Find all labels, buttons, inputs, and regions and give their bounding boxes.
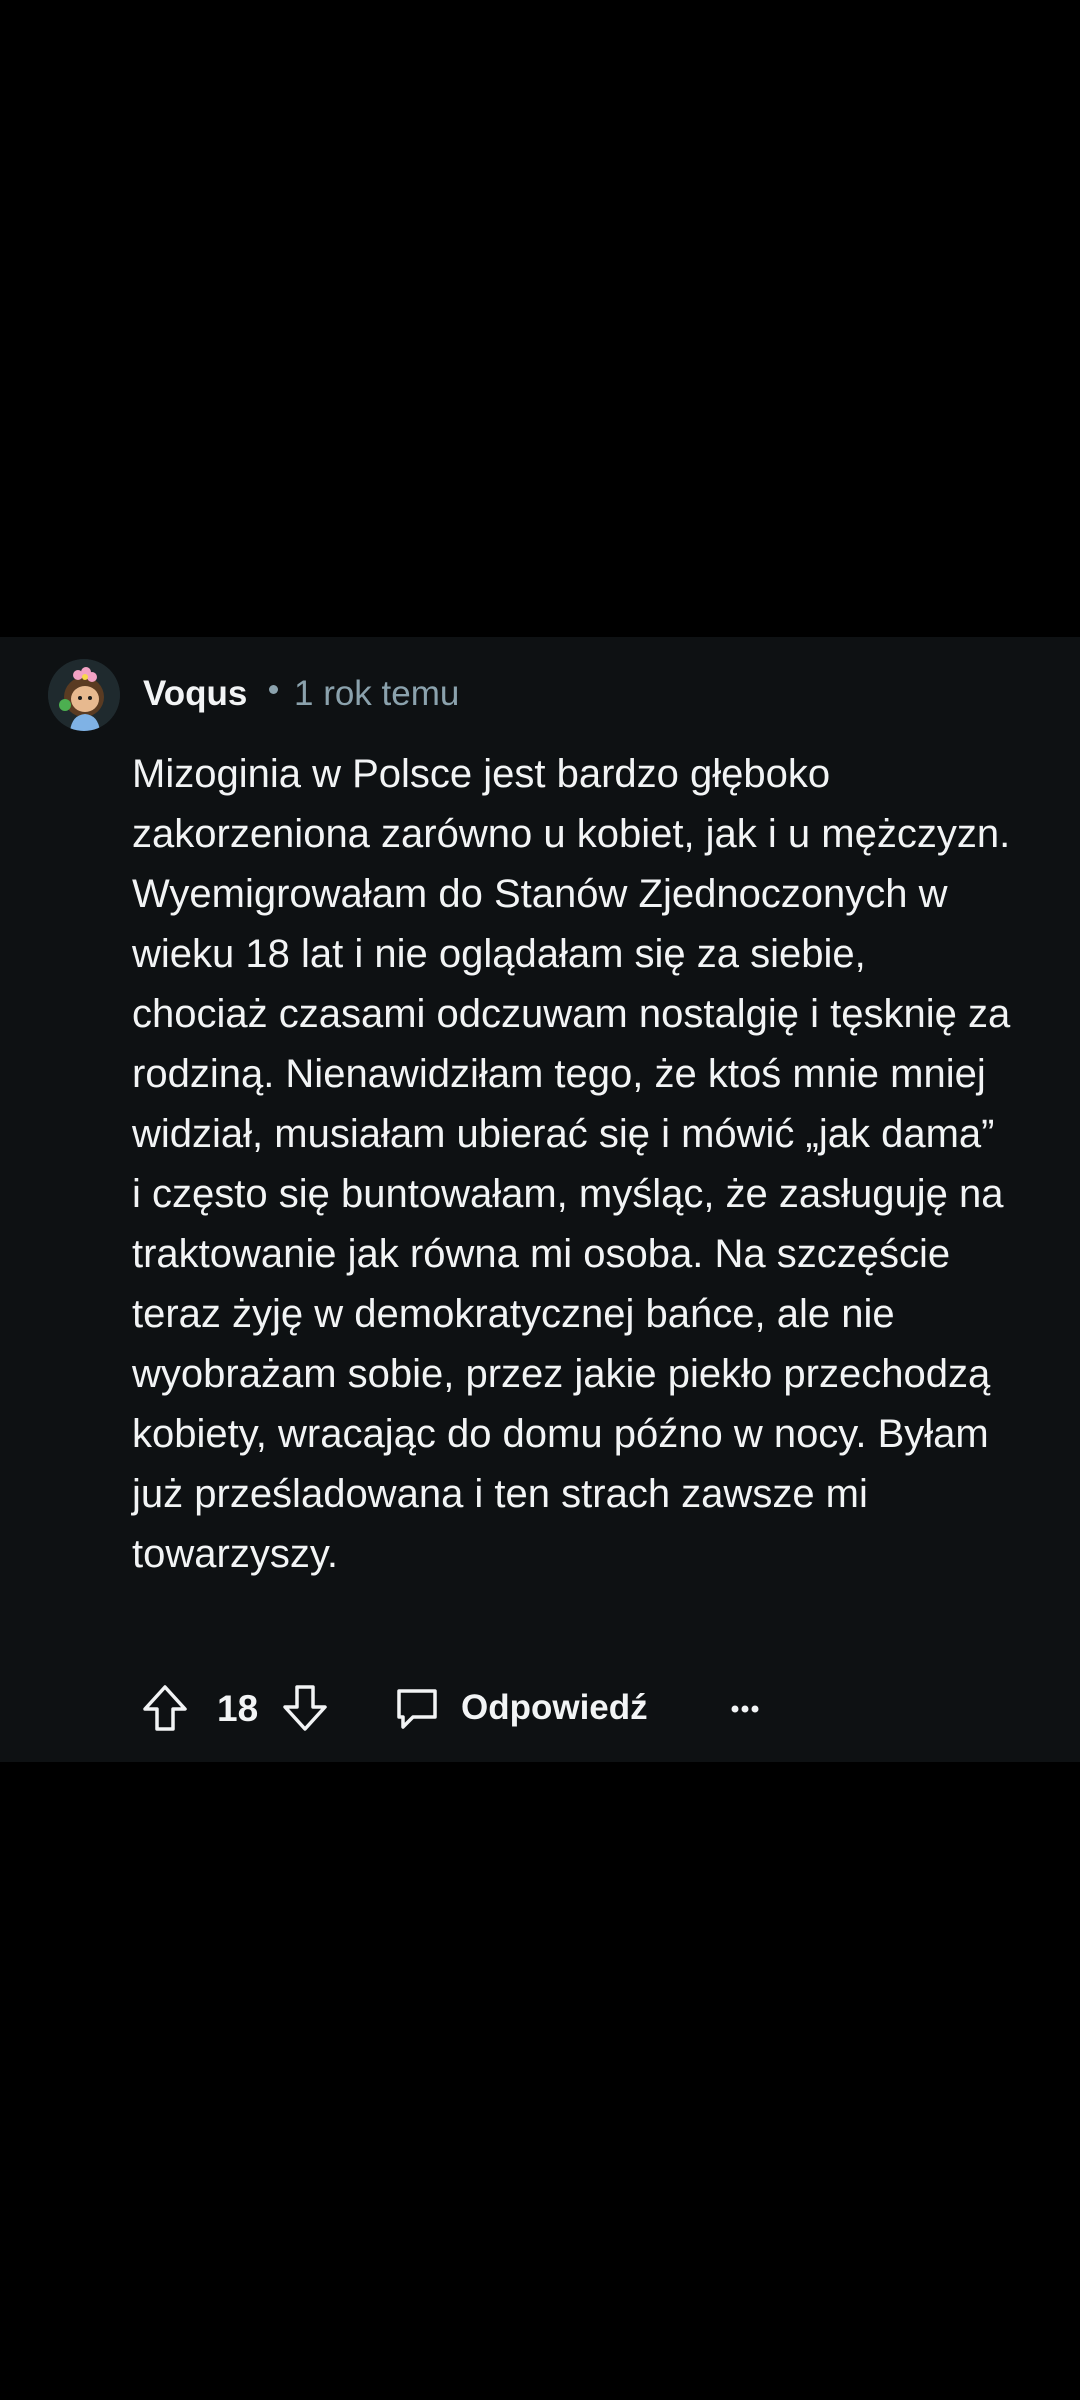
upvote-button[interactable] xyxy=(140,1683,190,1733)
speech-bubble-icon xyxy=(393,1685,441,1733)
horizontal-ellipsis-icon xyxy=(731,1705,759,1713)
comment-body: Mizoginia w Polsce jest bardzo głęboko z… xyxy=(132,752,1011,1576)
vote-score: 18 xyxy=(217,1688,259,1729)
reply-button[interactable]: Odpowiedź xyxy=(393,1679,653,1739)
reply-label: Odpowiedź xyxy=(461,1688,648,1727)
downvote-button[interactable] xyxy=(280,1683,330,1733)
author-username[interactable]: Voqus xyxy=(143,673,247,715)
avatar[interactable] xyxy=(48,659,120,731)
arrow-down-outline-icon xyxy=(283,1685,327,1731)
more-options-button[interactable] xyxy=(720,1683,770,1733)
arrow-up-outline-icon xyxy=(143,1685,187,1731)
comment-card: Voqus 1 rok temu Mizoginia w Polsce jest… xyxy=(0,637,1080,1762)
avatar-image xyxy=(48,659,120,731)
comment-timestamp: 1 rok temu xyxy=(294,674,460,713)
comment-action-bar: 18 Odpowiedź xyxy=(140,1679,940,1739)
separator-dot xyxy=(269,685,278,694)
